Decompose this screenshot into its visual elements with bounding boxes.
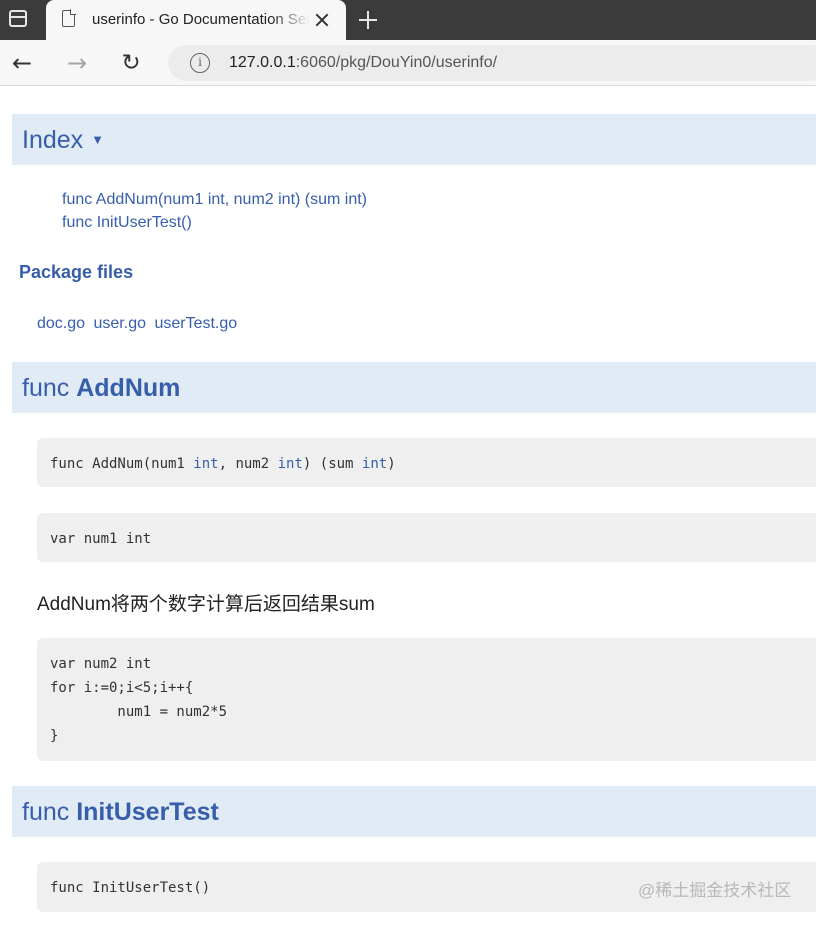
file-link-user[interactable]: user.go	[94, 315, 146, 332]
type-link[interactable]: int	[278, 456, 303, 472]
type-link[interactable]: int	[193, 456, 218, 472]
file-link-usertest[interactable]: userTest.go	[154, 315, 237, 332]
site-info-icon[interactable]: i	[190, 53, 210, 73]
func-keyword: func	[22, 374, 70, 402]
browser-toolbar: ← → ↻ i 127.0.0.1:6060/pkg/DouYin0/useri…	[0, 40, 816, 86]
new-tab-icon[interactable]	[354, 6, 382, 34]
index-header[interactable]: Index ▼	[12, 114, 816, 165]
func-addnum-header: func AddNum	[12, 362, 816, 413]
chevron-down-icon[interactable]: ▼	[91, 132, 104, 147]
tab-bar: userinfo - Go Documentation Server	[0, 0, 816, 40]
func-inituser-header: func InitUserTest	[12, 786, 816, 837]
addnum-example-code: var num2 int for i:=0;i<5;i++{ num1 = nu…	[37, 638, 816, 761]
addnum-signature-code: func AddNum(num1 int, num2 int) (sum int…	[37, 438, 816, 487]
reload-icon[interactable]: ↻	[116, 48, 146, 78]
index-title: Index	[22, 126, 84, 154]
url-path: :6060/pkg/DouYin0/userinfo/	[295, 54, 498, 71]
func-keyword: func	[22, 798, 70, 826]
package-files-list: doc.go user.go userTest.go	[37, 315, 241, 333]
url-host: 127.0.0.1	[229, 54, 296, 71]
func-name[interactable]: AddNum	[76, 374, 180, 402]
page-content: Index ▼ func AddNum(num1 int, num2 int) (…	[0, 86, 816, 925]
address-bar[interactable]: i 127.0.0.1:6060/pkg/DouYin0/userinfo/	[168, 45, 816, 81]
addnum-doc-text: AddNum将两个数字计算后返回结果sum	[37, 594, 375, 615]
type-link[interactable]: int	[362, 456, 387, 472]
addnum-var-code: var num1 int	[37, 513, 816, 562]
file-link-doc[interactable]: doc.go	[37, 315, 85, 332]
package-files-heading: Package files	[19, 262, 134, 282]
back-icon[interactable]: ←	[7, 48, 37, 78]
func-name[interactable]: InitUserTest	[76, 798, 219, 826]
index-link-addnum[interactable]: func AddNum(num1 int, num2 int) (sum int…	[62, 191, 367, 209]
page-icon	[62, 9, 76, 27]
browser-tab[interactable]: userinfo - Go Documentation Server	[46, 0, 346, 40]
forward-icon[interactable]: →	[62, 48, 92, 78]
tab-actions-icon[interactable]	[8, 8, 30, 30]
watermark: @稀土掘金技术社区	[638, 881, 792, 900]
index-link-inituser[interactable]: func InitUserTest()	[62, 214, 192, 232]
tab-title: userinfo - Go Documentation Server	[92, 11, 310, 28]
close-tab-icon[interactable]	[308, 6, 336, 34]
url-text[interactable]: 127.0.0.1:6060/pkg/DouYin0/userinfo/	[229, 54, 497, 72]
